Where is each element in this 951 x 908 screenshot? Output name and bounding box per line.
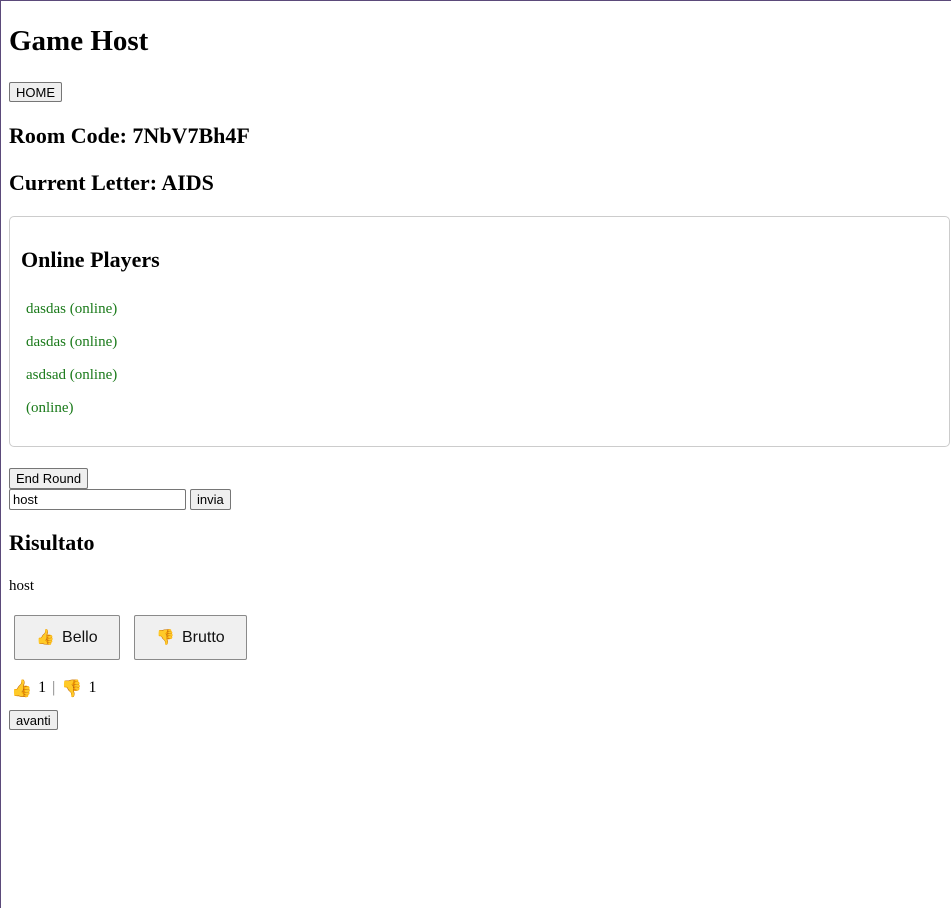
- player-item: (online): [26, 400, 74, 416]
- home-button[interactable]: HOME: [9, 82, 62, 102]
- answer-input[interactable]: [9, 489, 186, 510]
- dislike-button-label: Brutto: [182, 628, 225, 646]
- online-players-panel: Online Players dasdas (online) dasdas (o…: [9, 216, 950, 447]
- end-round-button[interactable]: End Round: [9, 468, 89, 489]
- thumbs-down-icon: 👎: [61, 678, 83, 698]
- thumbs-up-icon: 👍: [36, 629, 56, 646]
- dislike-count: 1: [88, 679, 97, 696]
- player-item: asdsad (online): [26, 367, 118, 383]
- page-title: Game Host: [9, 25, 149, 57]
- result-title: Risultato: [9, 530, 95, 555]
- like-button-label: Bello: [62, 628, 98, 646]
- next-button[interactable]: avanti: [9, 710, 58, 730]
- send-button[interactable]: invia: [190, 489, 231, 510]
- like-count: 1: [38, 679, 47, 696]
- online-players-title: Online Players: [21, 247, 160, 272]
- current-letter: Current Letter: AIDS: [9, 170, 214, 195]
- room-code: Room Code: 7NbV7Bh4F: [9, 123, 250, 148]
- like-button[interactable]: 👍 Bello: [14, 615, 120, 660]
- thumbs-down-icon: 👎: [156, 629, 175, 646]
- dislike-button[interactable]: 👎 Brutto: [134, 615, 247, 660]
- result-text: host: [9, 578, 35, 594]
- vote-tally: 👍 1 | 👎 1: [11, 677, 97, 699]
- player-item: dasdas (online): [26, 334, 118, 350]
- tally-separator: |: [52, 679, 56, 696]
- player-item: dasdas (online): [26, 301, 118, 317]
- thumbs-up-icon: 👍: [11, 678, 33, 698]
